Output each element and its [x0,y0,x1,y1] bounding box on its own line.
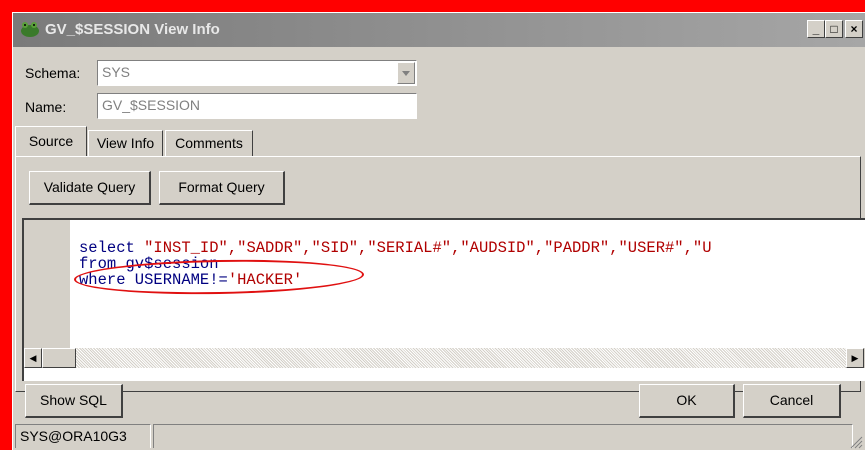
minimize-button[interactable]: _ [807,20,825,38]
scroll-left-button[interactable]: ◀ [24,348,42,368]
tab-source-label: Source [28,133,74,149]
horizontal-scrollbar[interactable]: ◀ ▶ [24,348,865,368]
tab-source[interactable]: Source [15,126,87,156]
show-sql-label: Show SQL [40,392,107,408]
close-icon: × [850,22,858,36]
cancel-label: Cancel [769,392,814,408]
chevron-down-icon[interactable] [397,62,415,84]
tab-comments[interactable]: Comments [165,130,253,156]
maximize-icon: □ [830,22,838,36]
title-bar[interactable]: GV_$SESSION View Info _ □ × [13,13,865,47]
resize-grip-icon[interactable] [847,433,863,449]
status-pane-empty [153,424,853,448]
name-label: Name: [25,99,67,115]
show-sql-button[interactable]: Show SQL [25,384,123,418]
scroll-track[interactable] [76,348,846,368]
window-title: GV_$SESSION View Info [45,21,220,38]
validate-query-button[interactable]: Validate Query [29,171,151,205]
schema-value: SYS [102,64,131,80]
sql-editor[interactable]: select "INST_ID","SADDR","SID","SERIAL#"… [22,218,865,381]
tab-view-info-label: View Info [96,135,155,151]
tab-view-info[interactable]: View Info [88,130,163,156]
scroll-right-button[interactable]: ▶ [846,348,864,368]
scroll-thumb[interactable] [42,348,76,368]
editor-gutter [24,220,70,348]
ok-button[interactable]: OK [639,384,735,418]
maximize-button[interactable]: □ [825,20,843,38]
name-value: GV_$SESSION [102,97,201,113]
name-field[interactable]: GV_$SESSION [97,93,417,119]
cancel-button[interactable]: Cancel [743,384,841,418]
status-connection: SYS@ORA10G3 [15,424,151,448]
view-info-dialog: GV_$SESSION View Info _ □ × Schema: SYS … [12,12,865,450]
tab-comments-label: Comments [175,135,243,151]
format-query-label: Format Query [178,179,265,195]
connection-text: SYS@ORA10G3 [20,428,127,444]
validate-query-label: Validate Query [43,179,136,195]
background-strip [0,0,12,450]
schema-combo[interactable]: SYS [97,60,417,86]
minimize-icon: _ [812,22,820,36]
ok-label: OK [676,392,697,408]
format-query-button[interactable]: Format Query [159,171,285,205]
schema-label: Schema: [25,65,81,81]
frog-app-icon [21,22,39,37]
close-button[interactable]: × [845,20,863,38]
